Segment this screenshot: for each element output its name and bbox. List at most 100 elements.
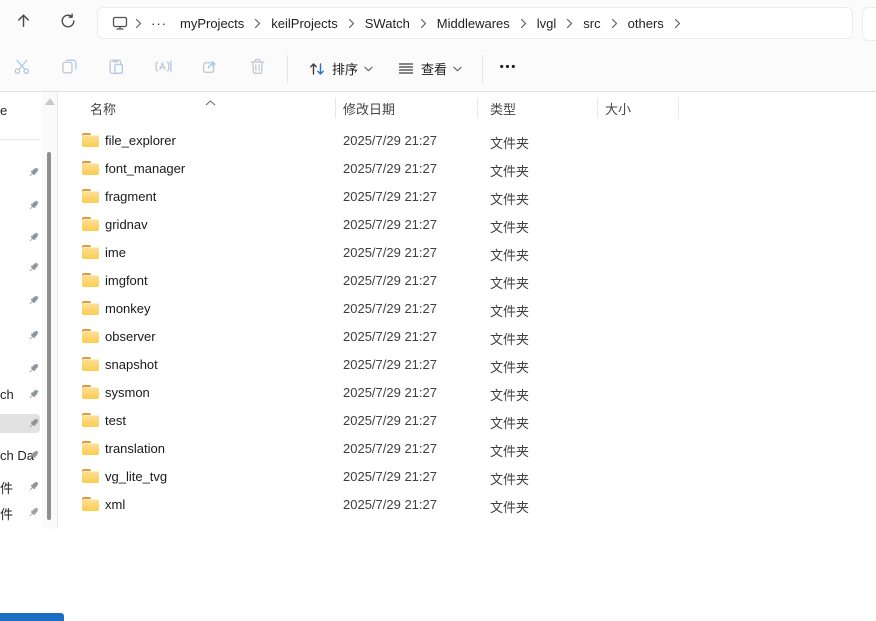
sidebar-separator xyxy=(0,139,40,140)
sidebar-item-partial[interactable]: 件 xyxy=(0,478,13,497)
scrollbar-up-arrow-icon[interactable] xyxy=(45,98,55,105)
folder-name: font_manager xyxy=(105,161,185,176)
share-button[interactable] xyxy=(192,52,228,86)
folder-type: 文件夹 xyxy=(490,441,529,460)
cut-button[interactable] xyxy=(4,52,40,86)
sidebar-item-partial[interactable]: ch xyxy=(0,387,14,402)
table-row[interactable]: file_explorer 2025/7/29 21:27 文件夹 xyxy=(59,126,876,154)
folder-name: snapshot xyxy=(105,357,158,372)
folder-icon xyxy=(82,385,99,399)
table-row[interactable]: snapshot 2025/7/29 21:27 文件夹 xyxy=(59,350,876,378)
table-row[interactable]: xml 2025/7/29 21:27 文件夹 xyxy=(59,490,876,518)
folder-icon xyxy=(82,329,99,343)
copy-icon xyxy=(60,57,79,81)
folder-type: 文件夹 xyxy=(490,301,529,320)
refresh-icon xyxy=(59,12,77,35)
breadcrumb-item[interactable]: keilProjects xyxy=(264,13,344,34)
command-toolbar: 排序 查看 xyxy=(0,46,876,92)
folder-date: 2025/7/29 21:27 xyxy=(343,413,437,428)
folder-icon xyxy=(82,245,99,259)
paste-button[interactable] xyxy=(98,52,134,86)
table-row[interactable]: fragment 2025/7/29 21:27 文件夹 xyxy=(59,182,876,210)
pin-icon xyxy=(27,329,40,342)
scrollbar-thumb[interactable] xyxy=(47,152,51,520)
breadcrumb-item[interactable]: Middlewares xyxy=(430,13,517,34)
breadcrumb-item[interactable]: myProjects xyxy=(173,13,251,34)
folder-icon xyxy=(82,357,99,371)
table-row[interactable]: monkey 2025/7/29 21:27 文件夹 xyxy=(59,294,876,322)
search-box-partial[interactable] xyxy=(862,7,876,41)
folder-type: 文件夹 xyxy=(490,469,529,488)
breadcrumb-item[interactable]: others xyxy=(621,13,671,34)
column-header-size[interactable]: 大小 xyxy=(605,99,631,118)
chevron-right-icon xyxy=(132,18,145,29)
folder-rows: file_explorer 2025/7/29 21:27 文件夹 font_m… xyxy=(59,126,876,518)
file-list-pane: 名称 修改日期 类型 大小 file_explorer 2025/7/29 21… xyxy=(59,92,876,529)
column-header-name[interactable]: 名称 xyxy=(90,99,116,118)
sort-label: 排序 xyxy=(332,59,358,78)
view-icon xyxy=(397,60,415,78)
navigation-bar: ··· myProjects keilProjects SWatch Middl… xyxy=(0,0,876,46)
breadcrumb-item[interactable]: lvgl xyxy=(530,13,564,34)
folder-name: gridnav xyxy=(105,217,148,232)
folder-date: 2025/7/29 21:27 xyxy=(343,161,437,176)
chevron-right-icon xyxy=(251,18,264,29)
column-header-row: 名称 修改日期 类型 大小 xyxy=(59,92,876,124)
folder-date: 2025/7/29 21:27 xyxy=(343,441,437,456)
share-icon xyxy=(201,57,220,81)
table-row[interactable]: test 2025/7/29 21:27 文件夹 xyxy=(59,406,876,434)
folder-icon xyxy=(82,413,99,427)
delete-button[interactable] xyxy=(239,52,275,86)
table-row[interactable]: ime 2025/7/29 21:27 文件夹 xyxy=(59,238,876,266)
sidebar-item-partial[interactable]: e xyxy=(0,103,7,118)
rename-icon xyxy=(154,57,173,81)
table-row[interactable]: imgfont 2025/7/29 21:27 文件夹 xyxy=(59,266,876,294)
pin-icon xyxy=(27,449,40,462)
folder-name: imgfont xyxy=(105,273,148,288)
breadcrumb-item[interactable]: src xyxy=(576,13,607,34)
chevron-down-icon xyxy=(364,66,373,72)
table-row[interactable]: observer 2025/7/29 21:27 文件夹 xyxy=(59,322,876,350)
more-options-button[interactable] xyxy=(489,52,525,86)
rename-button[interactable] xyxy=(145,52,181,86)
more-icon xyxy=(498,57,517,81)
folder-type: 文件夹 xyxy=(490,189,529,208)
view-button[interactable]: 查看 xyxy=(389,52,470,85)
this-pc-icon[interactable] xyxy=(108,14,132,32)
column-divider[interactable] xyxy=(678,98,679,118)
column-divider[interactable] xyxy=(597,98,598,118)
folder-type: 文件夹 xyxy=(490,161,529,180)
paste-icon xyxy=(107,57,126,81)
folder-type: 文件夹 xyxy=(490,133,529,152)
folder-date: 2025/7/29 21:27 xyxy=(343,301,437,316)
folder-date: 2025/7/29 21:27 xyxy=(343,329,437,344)
folder-date: 2025/7/29 21:27 xyxy=(343,133,437,148)
table-row[interactable]: font_manager 2025/7/29 21:27 文件夹 xyxy=(59,154,876,182)
folder-name: translation xyxy=(105,441,165,456)
refresh-button[interactable] xyxy=(53,8,83,38)
column-divider[interactable] xyxy=(477,98,478,118)
folder-type: 文件夹 xyxy=(490,245,529,264)
folder-name: sysmon xyxy=(105,385,150,400)
scrollbar-track[interactable] xyxy=(42,92,58,529)
copy-button[interactable] xyxy=(51,52,87,86)
table-row[interactable]: gridnav 2025/7/29 21:27 文件夹 xyxy=(59,210,876,238)
sidebar-item-partial[interactable]: 件 xyxy=(0,504,13,523)
address-bar[interactable]: ··· myProjects keilProjects SWatch Middl… xyxy=(97,7,853,39)
folder-icon xyxy=(82,469,99,483)
table-row[interactable]: sysmon 2025/7/29 21:27 文件夹 xyxy=(59,378,876,406)
column-divider[interactable] xyxy=(335,98,336,118)
breadcrumb-item[interactable]: SWatch xyxy=(358,13,417,34)
breadcrumb-overflow[interactable]: ··· xyxy=(145,13,173,34)
folder-icon xyxy=(82,441,99,455)
folder-type: 文件夹 xyxy=(490,273,529,292)
up-button[interactable] xyxy=(8,8,38,38)
column-header-type[interactable]: 类型 xyxy=(490,99,516,118)
folder-type: 文件夹 xyxy=(490,357,529,376)
table-row[interactable]: translation 2025/7/29 21:27 文件夹 xyxy=(59,434,876,462)
table-row[interactable]: vg_lite_tvg 2025/7/29 21:27 文件夹 xyxy=(59,462,876,490)
sort-icon xyxy=(308,60,326,78)
sort-button[interactable]: 排序 xyxy=(300,52,381,85)
column-header-date[interactable]: 修改日期 xyxy=(343,99,395,118)
folder-type: 文件夹 xyxy=(490,385,529,404)
